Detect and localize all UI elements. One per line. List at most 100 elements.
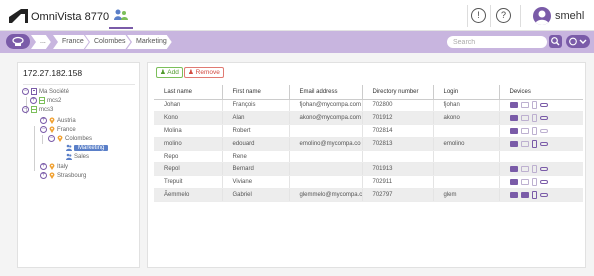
mobile-icon[interactable]: [531, 101, 537, 110]
mobile-icon[interactable]: [531, 139, 537, 148]
collapse-icon[interactable]: −: [22, 106, 29, 113]
softphone-icon[interactable]: [520, 140, 529, 147]
desk-phone-icon[interactable]: [509, 179, 518, 186]
table-row[interactable]: Kono Alan akono@mycompa.com 701912 akono: [154, 111, 583, 126]
collapse-icon[interactable]: −: [48, 135, 55, 142]
mobile-icon[interactable]: [531, 165, 537, 174]
desk-phone-icon[interactable]: [509, 191, 518, 198]
table-row[interactable]: Repo Rene: [154, 150, 583, 164]
table-row[interactable]: Molina Robert 702814: [154, 124, 583, 138]
tree-item-mcs3[interactable]: − mcs3: [22, 106, 53, 115]
cell-directory-number: 701912: [362, 111, 434, 126]
remove-button-label: Remove: [195, 69, 220, 76]
column-header-first-name[interactable]: First name: [222, 85, 290, 100]
avatar[interactable]: [533, 7, 551, 25]
question-icon[interactable]: ?: [496, 8, 511, 23]
cell-login: [433, 162, 500, 177]
tree-item-label: Strasbourg: [57, 173, 87, 180]
mobile-icon[interactable]: [531, 126, 537, 135]
link-icon[interactable]: [539, 167, 548, 172]
tree-item-mcs2[interactable]: + mcs2: [30, 97, 61, 106]
table-row[interactable]: Trepuit Viviane 702911: [154, 175, 583, 190]
desk-phone-icon[interactable]: [509, 115, 518, 122]
link-icon[interactable]: [539, 103, 548, 108]
tree-item-sales[interactable]: Sales: [66, 153, 89, 162]
location-pin-icon: [49, 126, 55, 133]
tree-item-austria[interactable]: + Austria: [40, 117, 76, 126]
column-header-directory-number[interactable]: Directory number: [362, 85, 434, 100]
column-header-email[interactable]: Email address: [289, 85, 363, 100]
mobile-icon[interactable]: [531, 178, 537, 187]
softphone-icon[interactable]: [520, 115, 529, 122]
cell-last-name: Ãemmelo: [154, 188, 223, 202]
remove-user-button[interactable]: ♟ Remove: [184, 67, 224, 78]
table-row[interactable]: molino edouard emolino@mycompa.co 702813…: [154, 137, 583, 151]
table-row[interactable]: Johan François fjohan@mycompa.com 702800…: [154, 99, 583, 113]
cell-devices: [499, 99, 583, 113]
desk-phone-icon[interactable]: [509, 127, 518, 134]
header-separator: [467, 5, 468, 27]
breadcrumb-item-ellipsis[interactable]: ...: [31, 35, 51, 49]
expand-icon[interactable]: +: [40, 117, 47, 124]
expand-icon[interactable]: +: [40, 172, 47, 179]
collapse-icon[interactable]: −: [40, 126, 47, 133]
app-title: OmniVista 8770: [31, 11, 109, 23]
breadcrumb-bar: ... France Colombes Marketing: [0, 31, 594, 53]
desk-phone-icon[interactable]: [509, 102, 518, 109]
tree-item-marketing[interactable]: Marketing: [66, 144, 109, 153]
home-button[interactable]: [6, 34, 30, 49]
filter-button[interactable]: [566, 35, 590, 48]
cell-email: emolino@mycompa.co: [289, 137, 363, 151]
breadcrumb-item-marketing[interactable]: Marketing: [127, 35, 172, 49]
breadcrumb-item-colombes[interactable]: Colombes: [85, 35, 131, 49]
search-input[interactable]: [447, 36, 547, 48]
users-table-panel: ♟ Add ♟ Remove Last name First name Emai…: [147, 62, 586, 268]
cell-devices: [499, 150, 583, 164]
column-header-last-name[interactable]: Last name: [154, 85, 223, 100]
bell-alert-icon[interactable]: !: [471, 8, 486, 23]
search-icon: [551, 37, 560, 46]
mobile-icon[interactable]: [531, 114, 537, 123]
tree-panel: 172.27.182.158 − Ma Société + mcs2 − mcs3 +…: [17, 62, 140, 268]
link-icon[interactable]: [539, 141, 548, 146]
tree-item-strasbourg[interactable]: + Strasbourg: [40, 172, 86, 181]
cell-directory-number: [362, 150, 434, 164]
cell-last-name: Trepuit: [154, 175, 223, 190]
link-icon[interactable]: [539, 116, 548, 121]
users-tab[interactable]: [109, 3, 133, 29]
breadcrumb-item-france[interactable]: France: [53, 35, 89, 49]
mobile-icon[interactable]: [531, 190, 537, 199]
softphone-icon[interactable]: [520, 102, 529, 109]
softphone-icon[interactable]: [520, 179, 529, 186]
cell-directory-number: 702813: [362, 137, 434, 151]
cell-first-name: Alan: [222, 111, 290, 126]
cell-devices: [499, 137, 583, 151]
table-row[interactable]: Repol Bernard 701913: [154, 162, 583, 177]
column-header-devices[interactable]: Devices: [499, 85, 583, 100]
column-header-login[interactable]: Login: [433, 85, 500, 100]
username[interactable]: smehl: [555, 10, 584, 22]
add-user-button[interactable]: ♟ Add: [156, 67, 183, 78]
search-button[interactable]: [549, 35, 562, 48]
desk-phone-icon[interactable]: [509, 140, 518, 147]
softphone-icon[interactable]: [520, 127, 529, 134]
tree-item-italy[interactable]: + Italy: [40, 163, 68, 172]
link-icon[interactable]: [539, 192, 548, 197]
link-icon[interactable]: [539, 128, 548, 133]
collapse-icon[interactable]: −: [22, 88, 29, 95]
link-icon[interactable]: [539, 180, 548, 185]
softphone-icon[interactable]: [520, 191, 529, 198]
desk-phone-icon[interactable]: [509, 166, 518, 173]
table-row[interactable]: Ãemmelo Gabriel glemmelo@mycompa.c 70279…: [154, 188, 583, 202]
tree-item-france[interactable]: − France: [40, 126, 76, 135]
company-icon: [12, 36, 24, 46]
divider: [23, 84, 135, 85]
softphone-icon[interactable]: [520, 166, 529, 173]
tree-item-colombes[interactable]: − Colombes: [48, 135, 92, 144]
users-table: Last name First name Email address Direc…: [154, 85, 583, 202]
tree-item-ma-societe[interactable]: − Ma Société: [22, 88, 69, 97]
expand-icon[interactable]: +: [40, 163, 47, 170]
expand-icon[interactable]: +: [30, 97, 37, 104]
cell-devices: [499, 111, 583, 126]
cell-email: glemmelo@mycompa.c: [289, 188, 363, 202]
